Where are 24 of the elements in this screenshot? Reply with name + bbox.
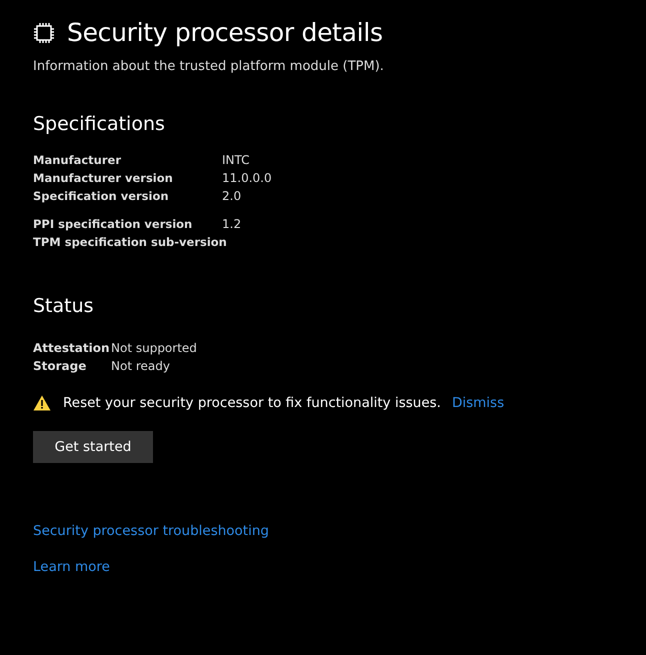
status-value: Not supported [111,340,197,357]
chip-icon [32,21,56,45]
page-description: Information about the trusted platform module (TPM). [33,59,385,74]
page-title: Security processor details [67,17,383,49]
spec-value: 1.2 [222,216,242,233]
warning-message: Reset your security processor to fix functionality issues. [63,395,441,411]
help-link[interactable]: Security processor troubleshooting [33,523,269,539]
warning-icon [33,395,51,411]
spec-value: 11.0.0.0 [222,170,272,187]
status-label: Attestation [33,340,111,357]
section-heading: Status [33,294,95,319]
spec-label: TPM specification sub-version [33,234,227,251]
spec-value: INTC [222,152,250,169]
spec-value: 2.0 [222,188,242,205]
spec-label: Manufacturer [33,152,122,169]
spec-label: Specification version [33,188,170,205]
status-value: Not ready [111,358,170,375]
help-link[interactable]: Learn more [33,559,110,575]
spec-label: PPI specification version [33,216,194,233]
section-heading: Specifications [33,112,166,137]
spec-label: Manufacturer version [33,170,174,187]
get-started-button[interactable]: Get started [33,431,153,463]
status-label: Storage [33,358,88,375]
dismiss-link[interactable]: Dismiss [452,395,504,411]
